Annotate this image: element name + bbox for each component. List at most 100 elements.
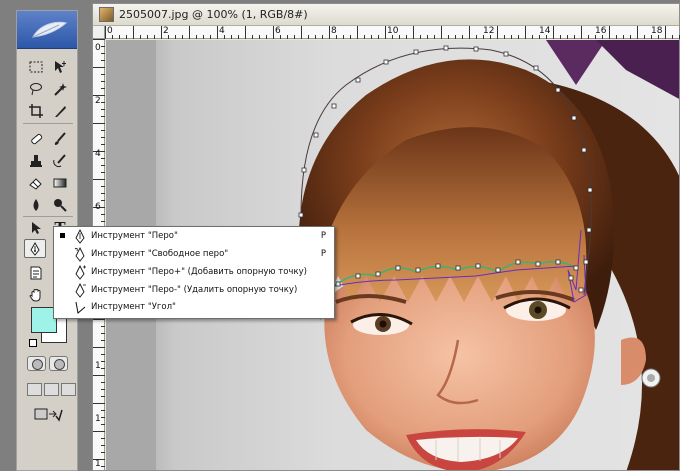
quick-mask-mode-button[interactable] [49, 356, 68, 371]
move-tool-icon[interactable] [49, 57, 71, 76]
path-anchor-point [533, 65, 539, 71]
pen-tool-icon[interactable] [24, 239, 46, 258]
ruler-label: 0 [107, 26, 113, 36]
path-anchor-point [313, 132, 319, 138]
eraser-tool-icon[interactable] [25, 173, 47, 192]
feather-logo-icon [32, 21, 68, 38]
delete-anchor-icon [75, 283, 86, 298]
path-anchor-point [555, 259, 561, 265]
ruler-label: 1 [95, 459, 101, 469]
menu-item-pen[interactable]: Инструмент "Перо" P [54, 228, 334, 245]
healing-brush-tool-icon[interactable] [25, 129, 47, 148]
menu-item-label: Инструмент "Перо+" (Добавить опорную точ… [91, 267, 307, 277]
menu-item-add-anchor[interactable]: Инструмент "Перо+" (Добавить опорную точ… [54, 264, 334, 281]
gradient-tool-icon[interactable] [49, 173, 71, 192]
toolbox-divider [23, 216, 73, 217]
standard-mode-button[interactable] [27, 356, 46, 371]
blur-tool-icon[interactable] [25, 195, 47, 214]
path-anchor-point [475, 263, 481, 269]
path-anchor-point [355, 77, 361, 83]
screen-mode-fullmenu-button[interactable] [44, 383, 59, 396]
pen-tool-flyout-menu: Инструмент "Перо" P Инструмент "Свободно… [53, 226, 335, 319]
ruler-label: 14 [539, 26, 551, 36]
toolbox-divider [23, 123, 73, 124]
toolbox-header[interactable] [17, 11, 77, 49]
path-anchor-point [395, 265, 401, 271]
path-anchor-point [495, 267, 501, 273]
ruler-label: 6 [95, 202, 101, 212]
path-anchor-point [515, 259, 521, 265]
dodge-tool-icon[interactable] [49, 195, 71, 214]
default-colors-icon[interactable] [29, 339, 37, 347]
path-selection-tool-icon[interactable] [25, 218, 47, 237]
path-anchor-point [455, 265, 461, 271]
path-anchor-point [473, 46, 479, 52]
checkmark-icon [60, 233, 65, 238]
photoshop-workspace: T 2505007.jpg @ 100% (1, RGB/8#) [0, 0, 680, 471]
ruler-label: 10 [387, 26, 399, 36]
menu-item-shortcut: P [320, 249, 326, 259]
freeform-pen-icon [74, 247, 85, 262]
screen-mode-standard-button[interactable] [27, 383, 42, 396]
path-anchor-point [535, 261, 541, 267]
path-anchor-point [415, 267, 421, 273]
menu-item-delete-anchor[interactable]: Инструмент "Перо-" (Удалить опорную точк… [54, 282, 334, 299]
path-anchor-point [555, 87, 561, 93]
path-anchor-point [355, 273, 361, 279]
path-anchor-point [503, 51, 509, 57]
path-anchor-point [571, 115, 577, 121]
menu-item-label: Инструмент "Перо" [91, 231, 178, 241]
ruler-label: 2 [163, 26, 169, 36]
lasso-tool-icon[interactable] [25, 79, 47, 98]
image-file-icon [99, 7, 114, 22]
ruler-label: 1 [95, 414, 101, 424]
ruler-label: 6 [275, 26, 281, 36]
notes-tool-icon[interactable] [25, 263, 47, 282]
hand-tool-icon[interactable] [25, 285, 47, 304]
jump-to-imageready-icon[interactable] [31, 404, 65, 423]
path-anchor-point [443, 45, 449, 51]
menu-item-convert-point[interactable]: Инструмент "Угол" [54, 299, 334, 316]
ruler-label: 8 [331, 26, 337, 36]
path-anchor-point [413, 49, 419, 55]
ruler-label: 2 [95, 96, 101, 106]
history-brush-tool-icon[interactable] [49, 151, 71, 170]
ruler-label: 4 [95, 149, 101, 159]
menu-item-freeform-pen[interactable]: Инструмент "Свободное перо" P [54, 246, 334, 263]
path-anchor-point [335, 281, 341, 287]
path-anchor-point [383, 59, 389, 65]
ruler-label: 16 [595, 26, 607, 36]
slice-tool-icon[interactable] [49, 101, 71, 120]
ruler-label: 0 [95, 43, 101, 53]
document-titlebar[interactable]: 2505007.jpg @ 100% (1, RGB/8#) [93, 4, 679, 26]
ruler-origin[interactable] [93, 26, 105, 39]
pen-icon [75, 229, 85, 244]
ruler-label: 18 [651, 26, 663, 36]
path-anchor-point [298, 212, 304, 218]
path-anchor-point [573, 265, 579, 271]
document-title: 2505007.jpg @ 100% (1, RGB/8#) [119, 8, 308, 21]
convert-point-icon [75, 301, 86, 314]
path-anchor-point [331, 103, 337, 109]
path-anchor-point [568, 275, 574, 281]
path-anchor-point [586, 227, 592, 233]
path-anchor-point [578, 287, 584, 293]
menu-item-shortcut: P [320, 231, 326, 241]
menu-item-label: Инструмент "Угол" [91, 302, 176, 312]
ruler-label: 1 [95, 361, 101, 371]
path-anchor-point [375, 271, 381, 277]
crop-tool-icon[interactable] [25, 101, 47, 120]
clone-stamp-tool-icon[interactable] [25, 151, 47, 170]
add-anchor-icon [75, 265, 86, 280]
ruler-label: 4 [219, 26, 225, 36]
horizontal-ruler[interactable]: 0 2 4 6 8 10 12 14 16 18 [105, 26, 680, 39]
screen-mode-full-button[interactable] [61, 383, 76, 396]
brush-tool-icon[interactable] [49, 129, 71, 148]
menu-item-label: Инструмент "Свободное перо" [91, 249, 229, 259]
magic-wand-tool-icon[interactable] [49, 79, 71, 98]
menu-item-label: Инструмент "Перо-" (Удалить опорную точк… [91, 285, 298, 295]
path-anchor-point [583, 259, 589, 265]
path-anchor-point [435, 263, 441, 269]
path-anchor-point [587, 187, 593, 193]
marquee-tool-icon[interactable] [25, 57, 47, 76]
